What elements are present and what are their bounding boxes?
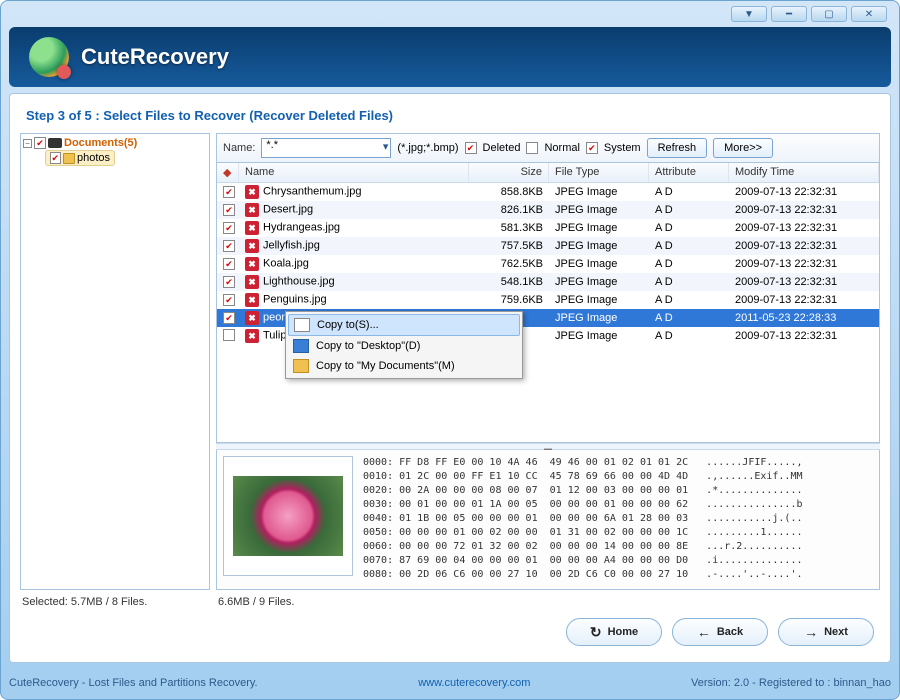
deleted-label: Deleted [483, 142, 521, 154]
table-row[interactable]: ✔✖Koala.jpg762.5KBJPEG ImageA D2009-07-1… [217, 255, 879, 273]
app-title: CuteRecovery [81, 44, 229, 70]
thumbnail-image [233, 476, 343, 556]
normal-label: Normal [544, 142, 579, 154]
back-button[interactable]: ←Back [672, 618, 768, 646]
col-name[interactable]: Name [239, 163, 469, 182]
row-checkbox[interactable] [223, 329, 235, 341]
logo-icon [29, 37, 69, 77]
file-table: ◆ Name Size File Type Attribute Modify T… [216, 163, 880, 443]
deleted-file-icon: ✖ [245, 221, 259, 235]
home-button[interactable]: ↻Home [566, 618, 662, 646]
copy-icon [294, 318, 310, 332]
row-checkbox[interactable]: ✔ [223, 276, 235, 288]
deleted-file-icon: ✖ [245, 275, 259, 289]
table-row[interactable]: ✔✖Lighthouse.jpg548.1KBJPEG ImageA D2009… [217, 273, 879, 291]
website-link[interactable]: www.cuterecovery.com [418, 677, 530, 689]
nav-buttons: ↻Home ←Back →Next [20, 608, 880, 652]
version-label: Version: 2.0 - Registered to : binnan_ha… [691, 677, 891, 689]
tree-child-row[interactable]: ✔ photos [45, 150, 115, 166]
row-checkbox[interactable]: ✔ [223, 186, 235, 198]
row-checkbox[interactable]: ✔ [223, 222, 235, 234]
bottom-bar: CuteRecovery - Lost Files and Partitions… [9, 671, 891, 695]
row-checkbox[interactable]: ✔ [223, 204, 235, 216]
maximize-button[interactable]: ▢ [811, 6, 847, 22]
table-row[interactable]: ✔✖Penguins.jpg759.6KBJPEG ImageA D2009-0… [217, 291, 879, 309]
thumbnail-frame [223, 456, 353, 576]
drive-icon [48, 138, 62, 148]
deleted-file-icon: ✖ [245, 293, 259, 307]
system-label: System [604, 142, 641, 154]
col-type[interactable]: File Type [549, 163, 649, 182]
deleted-file-icon: ✖ [245, 329, 259, 343]
context-menu: Copy to(S)... Copy to "Desktop"(D) Copy … [285, 311, 523, 379]
dropdown-button[interactable]: ▼ [731, 6, 767, 22]
row-checkbox[interactable]: ✔ [223, 294, 235, 306]
col-size[interactable]: Size [469, 163, 549, 182]
row-checkbox[interactable]: ✔ [223, 240, 235, 252]
deleted-file-icon: ✖ [245, 185, 259, 199]
close-button[interactable]: ✕ [851, 6, 887, 22]
deleted-file-icon: ✖ [245, 257, 259, 271]
name-pattern-combo[interactable]: *.* [261, 138, 391, 158]
app-header: CuteRecovery [9, 27, 891, 87]
deleted-file-icon: ✖ [245, 239, 259, 253]
row-checkbox[interactable]: ✔ [223, 258, 235, 270]
arrow-left-icon: ← [697, 624, 711, 640]
titlebar: ▼ ━ ▢ ✕ [1, 1, 899, 27]
tree-child-checkbox[interactable]: ✔ [50, 152, 61, 164]
deleted-file-icon: ✖ [245, 311, 259, 325]
refresh-icon: ↻ [590, 624, 602, 641]
ctx-copy-desktop[interactable]: Copy to "Desktop"(D) [288, 336, 520, 356]
tree-root-row[interactable]: − ✔ Documents(5) [23, 136, 207, 150]
table-header: ◆ Name Size File Type Attribute Modify T… [217, 163, 879, 183]
table-row[interactable]: ✔✖Jellyfish.jpg757.5KBJPEG ImageA D2009-… [217, 237, 879, 255]
ctx-copy-mydocs[interactable]: Copy to "My Documents"(M) [288, 356, 520, 376]
tree-root-checkbox[interactable]: ✔ [34, 137, 46, 149]
deleted-checkbox[interactable]: ✔ [465, 142, 477, 154]
step-title: Step 3 of 5 : Select Files to Recover (R… [20, 104, 880, 133]
table-row[interactable]: ✔✖Hydrangeas.jpg581.3KBJPEG ImageA D2009… [217, 219, 879, 237]
ext-hint: (*.jpg;*.bmp) [397, 142, 458, 154]
preview-panel: 0000: FF D8 FF E0 00 10 4A 46 49 46 00 0… [216, 450, 880, 590]
tree-root-label: Documents(5) [64, 137, 137, 149]
arrow-right-icon: → [804, 624, 818, 640]
collapse-icon[interactable]: − [23, 139, 32, 148]
col-attr[interactable]: Attribute [649, 163, 729, 182]
system-checkbox[interactable]: ✔ [586, 142, 598, 154]
next-button[interactable]: →Next [778, 618, 874, 646]
folder-tree[interactable]: − ✔ Documents(5) ✔ photos [20, 133, 210, 590]
total-status: 6.6MB / 9 Files. [218, 596, 294, 608]
desktop-icon [293, 339, 309, 353]
status-bar: Selected: 5.7MB / 8 Files. 6.6MB / 9 Fil… [20, 590, 880, 608]
selected-status: Selected: 5.7MB / 8 Files. [22, 596, 218, 608]
table-row[interactable]: ✔✖Desert.jpg826.1KBJPEG ImageA D2009-07-… [217, 201, 879, 219]
ctx-copy-to[interactable]: Copy to(S)... [288, 314, 520, 336]
filter-bar: Name: *.* (*.jpg;*.bmp) ✔ Deleted Normal… [216, 133, 880, 163]
hex-preview: 0000: FF D8 FF E0 00 10 4A 46 49 46 00 0… [363, 456, 873, 583]
app-window: ▼ ━ ▢ ✕ CuteRecovery Step 3 of 5 : Selec… [0, 0, 900, 700]
more-button[interactable]: More>> [713, 138, 773, 158]
folder-icon [293, 359, 309, 373]
col-check[interactable]: ◆ [217, 163, 239, 182]
row-checkbox[interactable]: ✔ [223, 312, 235, 324]
refresh-button[interactable]: Refresh [647, 138, 708, 158]
splitter[interactable]: ▬ [216, 443, 880, 450]
name-label: Name: [223, 142, 255, 154]
tagline: CuteRecovery - Lost Files and Partitions… [9, 677, 258, 689]
col-time[interactable]: Modify Time [729, 163, 879, 182]
tree-child-label: photos [77, 152, 110, 164]
deleted-file-icon: ✖ [245, 203, 259, 217]
table-row[interactable]: ✔✖Chrysanthemum.jpg858.8KBJPEG ImageA D2… [217, 183, 879, 201]
normal-checkbox[interactable] [526, 142, 538, 154]
folder-icon [63, 153, 75, 164]
minimize-button[interactable]: ━ [771, 6, 807, 22]
content-panel: Step 3 of 5 : Select Files to Recover (R… [9, 93, 891, 663]
